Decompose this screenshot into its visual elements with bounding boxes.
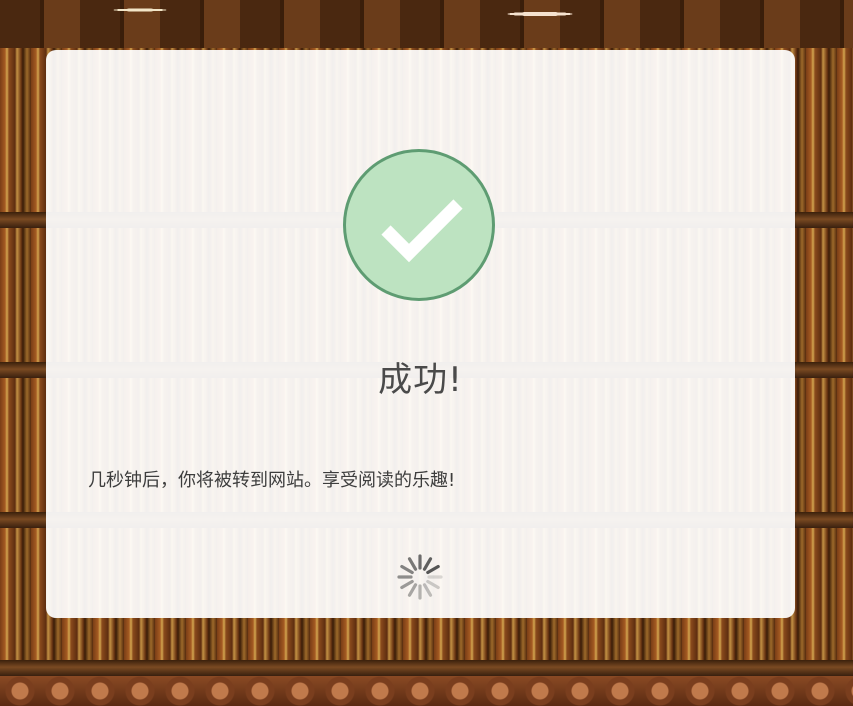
spinner-spoke — [407, 557, 418, 571]
leather-sofa — [0, 676, 853, 706]
spinner-spoke — [400, 564, 414, 575]
spinner-spoke — [426, 564, 440, 575]
spinner-spoke — [426, 579, 440, 590]
checkmark-circle-icon — [343, 149, 495, 301]
spinner-spoke — [407, 583, 418, 597]
dialog-title: 成功! — [378, 360, 463, 400]
spinner-spoke — [422, 583, 433, 597]
spinner-spoke — [422, 557, 433, 571]
spinner-icon — [396, 553, 444, 601]
redirect-message: 几秒钟后，你将被转到网站。享受阅读的乐趣! — [88, 470, 456, 491]
checkmark-icon — [381, 199, 463, 263]
spinner-spoke — [400, 579, 414, 590]
top-shelf-ornaments — [0, 0, 853, 48]
success-dialog: 成功! 几秒钟后，你将被转到网站。享受阅读的乐趣! — [46, 50, 795, 618]
